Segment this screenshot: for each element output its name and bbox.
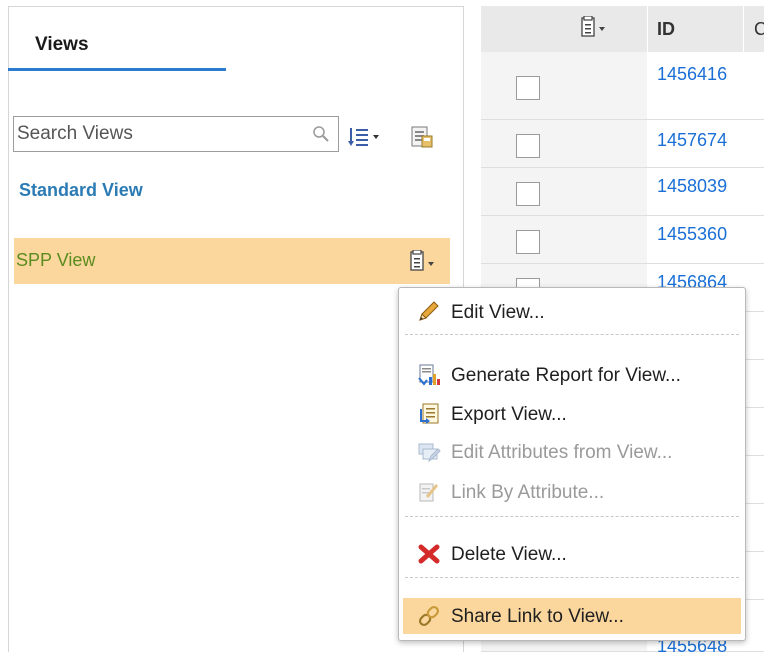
menu-item-export-view[interactable]: Export View... <box>403 396 741 432</box>
grid-header: ID C <box>481 6 764 52</box>
row-id-link[interactable]: 1455360 <box>657 224 727 245</box>
menu-item-edit-view[interactable]: Edit View... <box>403 294 741 330</box>
row-checkbox[interactable] <box>516 182 540 206</box>
menu-divider <box>405 577 739 578</box>
row-id-link[interactable]: 1456416 <box>657 64 727 85</box>
view-menu-icon[interactable] <box>406 250 438 274</box>
link-attribute-icon <box>419 483 439 502</box>
menu-divider <box>405 516 739 517</box>
menu-item-share-link[interactable]: Share Link to View... <box>403 598 741 634</box>
sort-list-icon[interactable] <box>347 126 383 148</box>
menu-item-delete-view[interactable]: Delete View... <box>403 536 741 572</box>
table-row: 1457674 <box>481 120 764 168</box>
export-icon <box>420 403 439 424</box>
view-item-spp-label: SPP View <box>16 250 96 270</box>
table-row: 1456416 <box>481 52 764 120</box>
header-divider <box>743 6 744 52</box>
column-menu-icon[interactable] <box>577 16 613 40</box>
red-x-icon <box>418 544 440 564</box>
row-checkbox[interactable] <box>516 230 540 254</box>
view-context-menu: Edit View... Generate Report for View...… <box>398 287 746 641</box>
chain-link-icon <box>418 605 440 627</box>
tab-views-label: Views <box>35 34 89 55</box>
table-row: 1458039 <box>481 168 764 216</box>
search-views-input[interactable] <box>17 121 297 147</box>
menu-divider <box>405 334 739 335</box>
edit-attributes-icon <box>418 443 441 463</box>
header-divider <box>647 6 648 52</box>
view-item-standard[interactable]: Standard View <box>19 180 143 201</box>
view-item-spp[interactable]: SPP View <box>14 238 450 284</box>
views-panel <box>8 6 464 652</box>
menu-item-generate-report[interactable]: Generate Report for View... <box>403 357 741 393</box>
menu-item-edit-attributes: Edit Attributes from View... <box>403 434 741 470</box>
table-row: 1455360 <box>481 216 764 264</box>
tab-views[interactable]: Views <box>8 10 218 72</box>
save-view-icon[interactable] <box>410 124 434 150</box>
search-views-box[interactable] <box>13 116 339 152</box>
tab-active-indicator <box>8 68 226 71</box>
row-checkbox[interactable] <box>516 134 540 158</box>
row-id-link[interactable]: 1457674 <box>657 130 727 151</box>
column-header-next[interactable]: C <box>754 19 764 40</box>
row-id-link[interactable]: 1458039 <box>657 176 727 197</box>
column-header-id[interactable]: ID <box>657 19 675 40</box>
menu-item-link-by-attribute: Link By Attribute... <box>403 474 741 510</box>
search-icon[interactable] <box>312 125 330 143</box>
report-icon <box>418 364 440 386</box>
pencil-icon <box>419 301 439 321</box>
row-checkbox[interactable] <box>516 76 540 100</box>
